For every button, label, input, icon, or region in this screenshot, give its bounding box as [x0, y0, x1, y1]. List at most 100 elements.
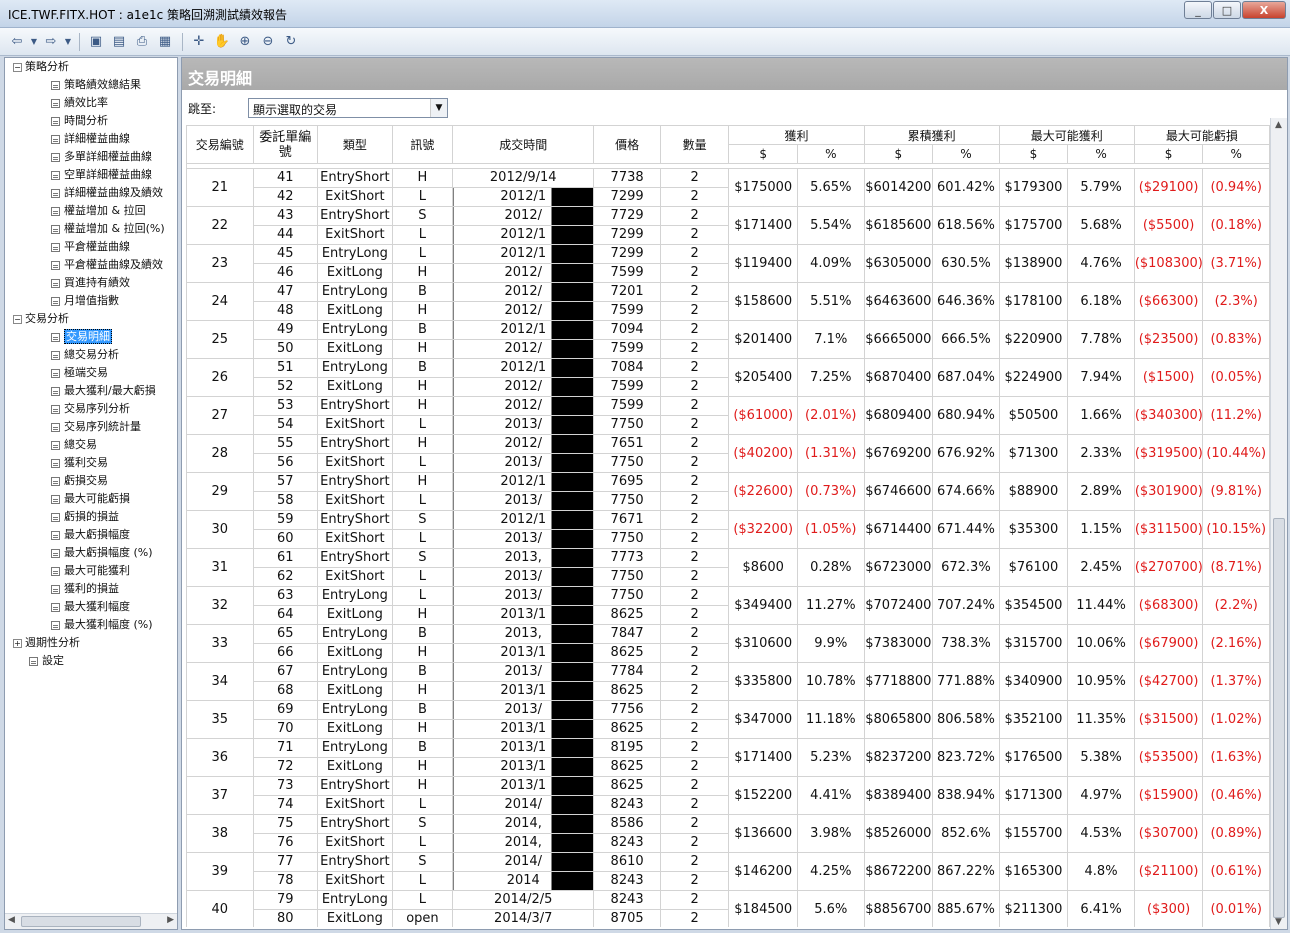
tree-group-label: 策略分析 — [25, 60, 69, 73]
table-row[interactable]: 24 47 EntryLong B 2012/7201 2 $158600 5.51% $646… — [186, 282, 1270, 321]
save-icon[interactable]: ▣ — [85, 31, 107, 53]
tree-item[interactable]: 交易明細 — [51, 328, 112, 346]
tree-item[interactable]: 平倉權益曲線及績效 — [51, 256, 163, 274]
tree-item[interactable]: 買進持有績效 — [51, 274, 130, 292]
tree-item[interactable]: 空單詳細權益曲線 — [51, 166, 152, 184]
sidebar-horizontal-scrollbar[interactable]: ◀ ▶ — [5, 913, 177, 929]
tree-item[interactable]: 總交易分析 — [51, 346, 119, 364]
forward-dropdown-icon[interactable]: ▼ — [63, 31, 73, 53]
tree-item[interactable]: 多單詳細權益曲線 — [51, 148, 152, 166]
table-row[interactable]: 36 71 EntryLong B 2013/1 8195 2 $171400 5.23% $82… — [186, 738, 1270, 777]
print-icon[interactable]: ⎙ — [131, 31, 153, 53]
cell-price: 7750 — [593, 529, 661, 549]
page-icon — [51, 620, 60, 630]
tree-item[interactable]: 獲利的損益 — [51, 580, 119, 598]
table-row[interactable]: 23 45 EntryLong L 2012/1 7299 2 $119400 4.09% $63… — [186, 244, 1270, 283]
tree-item-label: 總交易 — [64, 438, 97, 451]
cell-qty: 2 — [659, 662, 730, 682]
table-row[interactable]: 28 55 EntryShort H 2012/7651 2 ($40200) (1.31%)… — [186, 434, 1270, 473]
tree-item[interactable]: 權益增加 & 拉回 — [51, 202, 146, 220]
scroll-left-icon[interactable]: ◀ — [8, 915, 15, 925]
tree-item[interactable]: 詳細權益曲線 — [51, 130, 130, 148]
maximize-button[interactable]: □ — [1213, 1, 1241, 19]
tree-item[interactable]: 最大虧損幅度 (%) — [51, 544, 153, 562]
tree-item[interactable]: 最大可能虧損 — [51, 490, 130, 508]
table-row[interactable]: 29 57 EntryShort H 2012/1 7695 2 ($22600) (0.73%… — [186, 472, 1270, 511]
table-row[interactable]: 37 73 EntryShort H 2013/1 8625 2 $152200 4.41% $8… — [186, 776, 1270, 815]
tree-item-label: 權益增加 & 拉回(%) — [64, 222, 165, 235]
table-row[interactable]: 35 69 EntryLong B 2013/7756 2 $347000 11.18% $80… — [186, 700, 1270, 739]
table-row[interactable]: 39 77 EntryShort S 2014/8610 2 $146200 4.25% $86… — [186, 852, 1270, 891]
tree-group[interactable]: − 策略分析 — [13, 58, 69, 76]
table-row[interactable]: 40 79 EntryLong L 2014/2/5 8243 2 $184500 5.6% $8… — [186, 890, 1270, 927]
jump-select[interactable]: 顯示選取的交易 ▼ — [248, 98, 448, 118]
cell-qty: 2 — [659, 320, 730, 340]
tree-group[interactable]: − 交易分析 — [13, 310, 69, 328]
refresh-icon[interactable]: ↻ — [280, 31, 302, 53]
tree-item[interactable]: 虧損的損益 — [51, 508, 119, 526]
tree-item[interactable]: 極端交易 — [51, 364, 108, 382]
table-row[interactable]: 34 67 EntryLong B 2013/7784 2 $335800 10.78% $77… — [186, 662, 1270, 701]
table-row[interactable]: 26 51 EntryLong B 2012/1 7084 2 $205400 7.25% $68… — [186, 358, 1270, 397]
scroll-down-icon[interactable]: ▼ — [1275, 917, 1282, 927]
table-row[interactable]: 31 61 EntryShort S 2013, 7773 2 $8600 0.28% $6723… — [186, 548, 1270, 587]
tree-item[interactable]: 策略績效總結果 — [51, 76, 141, 94]
tree-item[interactable]: 獲利交易 — [51, 454, 108, 472]
tree-item[interactable]: 最大虧損幅度 — [51, 526, 130, 544]
back-icon[interactable]: ⇦ — [6, 31, 28, 53]
crosshair-icon[interactable]: ✛ — [188, 31, 210, 53]
collapse-icon[interactable]: − — [13, 314, 22, 324]
cell-qty: 2 — [659, 282, 730, 302]
tree-item[interactable]: 交易序列統計量 — [51, 418, 141, 436]
table-row[interactable]: 25 49 EntryLong B 2012/1 7094 2 $201400 7.1% $666… — [186, 320, 1270, 359]
table-row[interactable]: 30 59 EntryShort S 2012/1 7671 2 ($32200) (1.05%… — [186, 510, 1270, 549]
forward-icon[interactable]: ⇨ — [40, 31, 62, 53]
tree-item[interactable]: 時間分析 — [51, 112, 108, 130]
cell-order-no: 75 — [252, 814, 319, 834]
zoom-out-icon[interactable]: ⊖ — [257, 31, 279, 53]
tree-item[interactable]: 平倉權益曲線 — [51, 238, 130, 256]
tree-item[interactable]: 最大可能獲利 — [51, 562, 130, 580]
cell-profit-dollar: $136600 — [728, 814, 798, 853]
page-icon — [51, 224, 60, 234]
tree-group[interactable]: + 週期性分析 — [13, 634, 80, 652]
tree-item[interactable]: 權益增加 & 拉回(%) — [51, 220, 165, 238]
table-row[interactable]: 38 75 EntryShort S 2014, 8586 2 $136600 3.98% $85… — [186, 814, 1270, 853]
scroll-up-icon[interactable]: ▲ — [1275, 120, 1282, 130]
report-vertical-scrollbar[interactable]: ▲ ▼ — [1270, 118, 1287, 929]
table-row[interactable]: 22 43 EntryShort S 2012/7729 2 $171400 5.54% $61… — [186, 206, 1270, 245]
page-icon — [51, 548, 60, 558]
cell-signal: H — [391, 263, 454, 283]
tree-item[interactable]: 交易序列分析 — [51, 400, 130, 418]
scroll-thumb[interactable] — [1273, 518, 1285, 918]
cell-profit-dollar: ($40200) — [728, 434, 798, 473]
tree-group[interactable]: 設定 — [29, 652, 64, 670]
tree-item[interactable]: 最大獲利/最大虧損 — [51, 382, 156, 400]
tree-item[interactable]: 績效比率 — [51, 94, 108, 112]
zoom-in-icon[interactable]: ⊕ — [234, 31, 256, 53]
scroll-thumb[interactable] — [21, 916, 141, 927]
close-button[interactable]: X — [1242, 1, 1286, 19]
tree-item[interactable]: 詳細權益曲線及績效 — [51, 184, 163, 202]
table-row[interactable]: 27 53 EntryShort H 2012/7599 2 ($61000) (2.01%)… — [186, 396, 1270, 435]
table-row[interactable]: 32 63 EntryLong L 2013/7750 2 $349400 11.27% $70… — [186, 586, 1270, 625]
options-icon[interactable]: ▦ — [154, 31, 176, 53]
cell-profit-pct: 7.25% — [797, 358, 865, 397]
back-dropdown-icon[interactable]: ▼ — [29, 31, 39, 53]
tree-item[interactable]: 最大獲利幅度 (%) — [51, 616, 153, 634]
expand-icon[interactable]: + — [13, 638, 22, 648]
tree-item[interactable]: 虧損交易 — [51, 472, 108, 490]
hand-icon[interactable]: ✋ — [211, 31, 233, 53]
tree-item[interactable]: 月增值指數 — [51, 292, 119, 310]
table-row[interactable]: 21 41 EntryShort H 2012/9/14 7738 2 $175000 5.65… — [186, 168, 1270, 207]
tree-item[interactable]: 總交易 — [51, 436, 97, 454]
chevron-down-icon[interactable]: ▼ — [430, 99, 447, 117]
scroll-right-icon[interactable]: ▶ — [167, 915, 174, 925]
table-row[interactable]: 33 65 EntryLong B 2013, 7847 2 $310600 9.9% $7383… — [186, 624, 1270, 663]
minimize-button[interactable]: _ — [1184, 1, 1212, 19]
cell-order-no: 64 — [252, 605, 319, 625]
document-icon[interactable]: ▤ — [108, 31, 130, 53]
tree-item[interactable]: 最大獲利幅度 — [51, 598, 130, 616]
tree-item-label: 多單詳細權益曲線 — [64, 150, 152, 163]
collapse-icon[interactable]: − — [13, 62, 22, 72]
